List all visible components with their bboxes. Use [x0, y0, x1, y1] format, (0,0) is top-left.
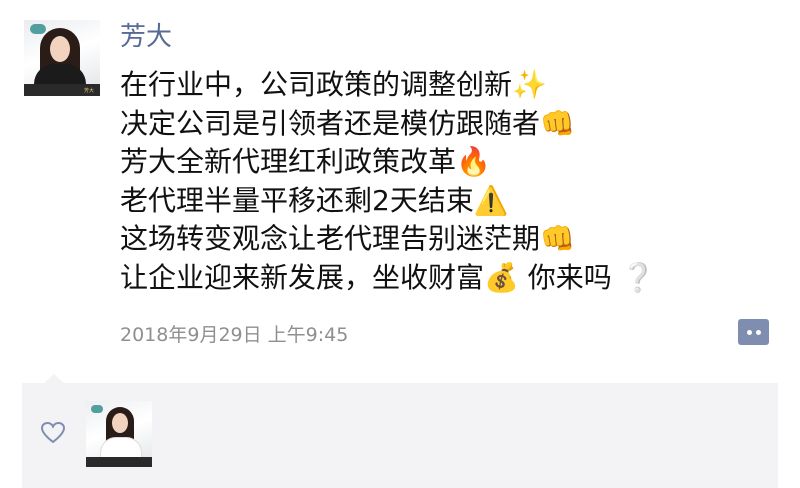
post-line: 在行业中，公司政策的调整创新✨ — [120, 68, 547, 101]
post-line: 老代理半量平移还剩2天结束⚠️ — [120, 183, 509, 217]
post-line: 这场转变观念让老代理告别迷茫期👊 — [120, 222, 575, 255]
post-line: 决定公司是引领者还是模仿跟随者👊 — [120, 106, 575, 140]
author-avatar[interactable]: 芳大 — [24, 20, 100, 96]
post-line: 芳大全新代理红利政策改革🔥 — [120, 145, 491, 178]
fist-icon: 👊 — [540, 222, 575, 255]
comment-icon — [746, 329, 752, 335]
brand-logo-icon — [30, 24, 46, 34]
heart-icon — [40, 421, 66, 444]
likes-panel — [22, 374, 778, 488]
post-text: 在行业中，公司政策的调整创新✨ 决定公司是引领者还是模仿跟随者👊 芳大全新代理红… — [120, 66, 740, 297]
author-name[interactable]: 芳大 — [120, 16, 172, 53]
liker-avatar[interactable] — [86, 401, 152, 467]
post-timestamp: 2018年9月29日 上午9:45 — [120, 324, 349, 346]
fist-icon: 👊 — [540, 106, 575, 140]
avatar-caption: 芳大 — [83, 88, 94, 94]
money-bag-icon: 💰 — [484, 260, 519, 294]
post-line: 让企业迎来新发展，坐收财富💰 你来吗 ❔ — [120, 260, 656, 294]
fire-icon: 🔥 — [456, 145, 491, 178]
sparkles-icon: ✨ — [512, 68, 547, 101]
warning-icon: ⚠️ — [473, 183, 509, 217]
question-mark-icon: ❔ — [620, 260, 656, 294]
comment-button[interactable] — [738, 319, 769, 345]
